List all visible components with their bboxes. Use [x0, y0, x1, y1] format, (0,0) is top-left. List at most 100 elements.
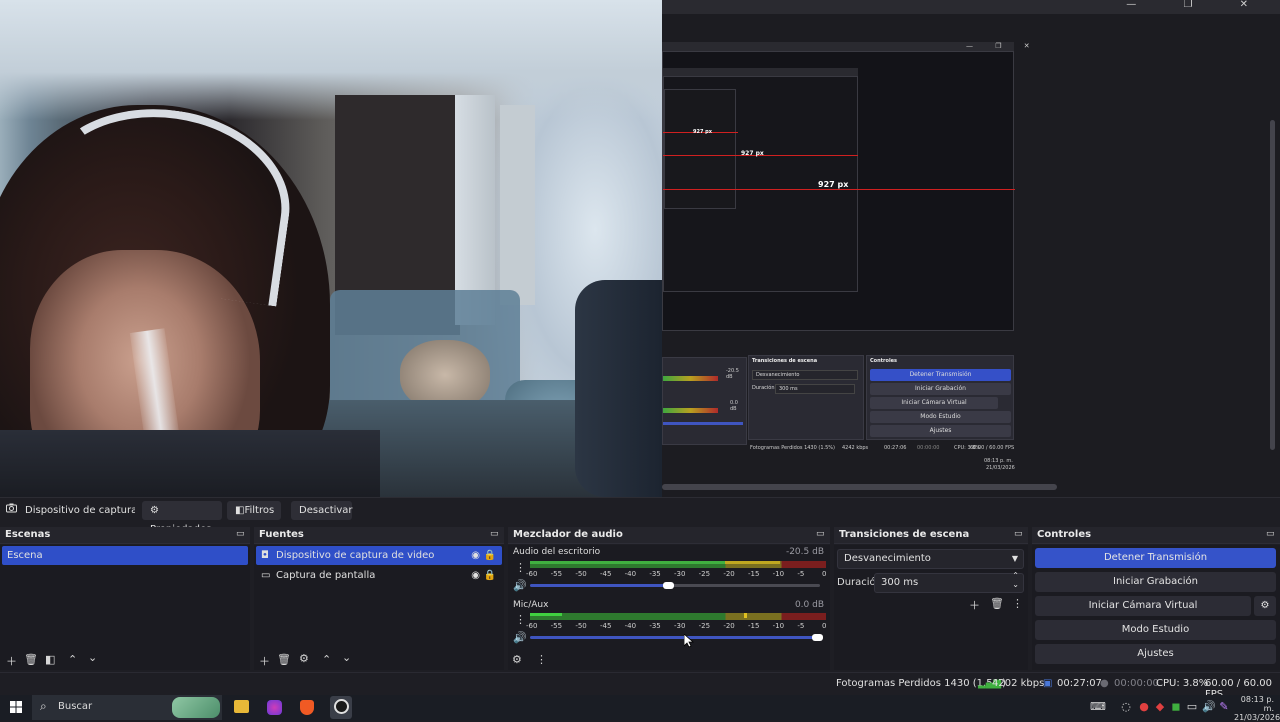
audio-mixer-dock: Mezclador de audio ▭ Audio del escritori…: [508, 527, 830, 670]
advanced-audio-icon[interactable]: ⚙: [512, 653, 522, 666]
keyboard-icon[interactable]: ⌨: [1090, 700, 1106, 714]
gear-icon[interactable]: ⚙: [299, 652, 309, 665]
start-recording-button[interactable]: Iniciar Grabación: [1035, 572, 1276, 592]
source-item[interactable]: ◘ Dispositivo de captura de video ◉ 🔒: [256, 546, 502, 565]
deactivate-button[interactable]: Desactivar: [291, 501, 353, 520]
duration-input[interactable]: 300 ms ⌃ ⌄: [874, 571, 1024, 593]
studio-mode-button[interactable]: Modo Estudio: [1035, 620, 1276, 640]
screen-capture-source: — ❐ ✕ — ❐ ✕ 927 px 927 px 927 px -20.5 d…: [662, 0, 1280, 497]
stop-streaming-button[interactable]: Detener Transmisión: [1035, 548, 1276, 568]
channel-db: -20.5 dB: [785, 547, 824, 557]
scene-item[interactable]: Escena: [2, 546, 248, 565]
meter-tick-label: -45: [600, 570, 612, 578]
obs-icon: [334, 699, 349, 714]
spin-arrows-icon[interactable]: ⌃ ⌄: [1012, 571, 1019, 589]
transition-select[interactable]: Desvanecimiento ▼: [837, 549, 1024, 569]
obs-taskbar-button[interactable]: [330, 696, 352, 719]
undock-icon[interactable]: ▭: [816, 529, 826, 539]
selected-source-name: Dispositivo de captura de v: [25, 505, 135, 516]
add-icon[interactable]: ＋: [969, 597, 980, 613]
mixer-menu-icon[interactable]: ⋮: [536, 653, 547, 666]
trash-icon[interactable]: 🗑: [277, 653, 291, 666]
undock-icon[interactable]: ▭: [490, 529, 500, 539]
undock-icon[interactable]: ▭: [236, 529, 246, 539]
source-item[interactable]: ▭ Captura de pantalla ◉ 🔒: [256, 566, 502, 585]
stream-icon: ▣: [1043, 678, 1053, 689]
clock[interactable]: 08:13 p. m. 21/03/2026: [1234, 695, 1280, 722]
arrow-down-icon[interactable]: ⌄: [88, 651, 97, 664]
trash-icon[interactable]: 🗑: [990, 597, 1004, 610]
channel-db: 0.0 dB: [794, 600, 824, 610]
meter-tick-label: -5: [797, 570, 805, 578]
preview-scrollbar[interactable]: [662, 484, 1057, 490]
meter-tick-label: -50: [575, 570, 587, 578]
visibility-eye-icon[interactable]: ◉: [471, 566, 480, 585]
channel-menu-icon[interactable]: ⋮: [515, 561, 526, 574]
properties-button[interactable]: ⚙ Propiedades: [142, 501, 222, 535]
taskbar-search[interactable]: ⌕ Buscar: [32, 695, 222, 720]
channel-name: Mic/Aux: [513, 600, 549, 610]
app-icon[interactable]: [267, 700, 282, 715]
brave-browser-icon[interactable]: [300, 700, 314, 715]
meter-tick-label: -20: [723, 622, 735, 630]
tray-app-icon[interactable]: ◆: [1154, 700, 1166, 714]
start-virtual-camera-button[interactable]: Iniciar Cámara Virtual: [1035, 596, 1251, 616]
file-explorer-icon[interactable]: [234, 700, 249, 713]
filters-button[interactable]: ◧Filtros: [227, 501, 281, 520]
window-controls: — ❐ ✕: [1126, 0, 1270, 10]
windows-taskbar: ⌕ Buscar ⌨ ◌ ● ◆ ◼ ▭ 🔊 ✎ 08:13 p. m. 21/…: [0, 695, 1280, 722]
tray-app-icon[interactable]: ◼: [1170, 700, 1182, 714]
meter-tick-label: -20: [723, 570, 735, 578]
volume-slider-knob[interactable]: [663, 582, 674, 589]
meter-tick-label: -55: [550, 622, 563, 630]
channel-name: Audio del escritorio: [513, 547, 601, 557]
add-icon[interactable]: ＋: [6, 653, 17, 669]
visibility-eye-icon[interactable]: ◉: [471, 546, 480, 565]
lock-icon[interactable]: 🔒: [484, 546, 496, 565]
meter-tick-label: 0: [822, 622, 827, 630]
meter-scale: -60 -55 -50 -45 -40 -35 -30 -25 -20 -15 -10 -5 0: [526, 622, 828, 632]
arrow-up-icon[interactable]: ⌃: [322, 653, 331, 666]
meter-tick-label: -50: [575, 622, 587, 630]
windows-start-icon[interactable]: [10, 701, 22, 716]
undock-icon[interactable]: ▭: [1266, 529, 1276, 539]
filter-icon[interactable]: ◧: [45, 653, 55, 666]
virtual-camera-settings-button[interactable]: ⚙: [1254, 596, 1276, 616]
tray-app-icon[interactable]: ●: [1138, 700, 1150, 714]
bitrate: 4202 kbps: [992, 678, 1045, 689]
arrow-up-icon[interactable]: ⌃: [68, 653, 77, 666]
controls-dock: Controles ▭ Detener Transmisión Iniciar …: [1032, 527, 1280, 670]
webcam-source: [0, 0, 662, 497]
volume-slider-fill: [530, 636, 820, 639]
settings-button[interactable]: Ajustes: [1035, 644, 1276, 664]
chevron-down-icon: ▼: [1011, 554, 1018, 563]
add-icon[interactable]: ＋: [259, 653, 270, 669]
preview-canvas[interactable]: — ❐ ✕ — ❐ ✕ 927 px 927 px 927 px -20.5 d…: [0, 0, 1280, 497]
volume-slider-knob[interactable]: [812, 634, 823, 641]
stream-time: 00:27:07: [1057, 678, 1102, 689]
speaker-icon[interactable]: 🔊: [513, 579, 527, 592]
measure-label: 927 px: [741, 150, 764, 157]
meter-tick-label: -60: [526, 622, 538, 630]
lock-icon[interactable]: 🔒: [484, 566, 496, 585]
channel-menu-icon[interactable]: ⋮: [515, 613, 526, 626]
pen-icon[interactable]: ✎: [1218, 700, 1230, 714]
status-bar: Fotogramas Perdidos 1430 (1.5%) ▂▄▆ 4202…: [0, 672, 1280, 700]
trash-icon[interactable]: 🗑: [24, 653, 38, 666]
meter-tick-label: -40: [624, 570, 637, 578]
network-icon[interactable]: ▭: [1186, 700, 1198, 714]
meter-tick-label: -35: [649, 622, 661, 630]
volume-icon[interactable]: 🔊: [1202, 700, 1216, 714]
sources-dock: Fuentes ▭ ◘ Dispositivo de captura de vi…: [254, 527, 504, 670]
meter-tick-label: -5: [797, 622, 805, 630]
tray-app-icon[interactable]: ◌: [1120, 700, 1132, 714]
meter-tick-label: -15: [748, 570, 760, 578]
arrow-down-icon[interactable]: ⌄: [342, 651, 351, 664]
meter-scale: -60 -55 -50 -45 -40 -35 -30 -25 -20 -15 -10 -5 0: [526, 570, 828, 580]
speaker-icon[interactable]: 🔊: [513, 631, 527, 644]
meter-tick-label: -25: [698, 570, 711, 578]
transition-menu-icon[interactable]: ⋮: [1012, 597, 1023, 610]
undock-icon[interactable]: ▭: [1014, 529, 1024, 539]
search-icon: ⌕: [40, 699, 47, 713]
meter-tick-label: -10: [772, 570, 785, 578]
